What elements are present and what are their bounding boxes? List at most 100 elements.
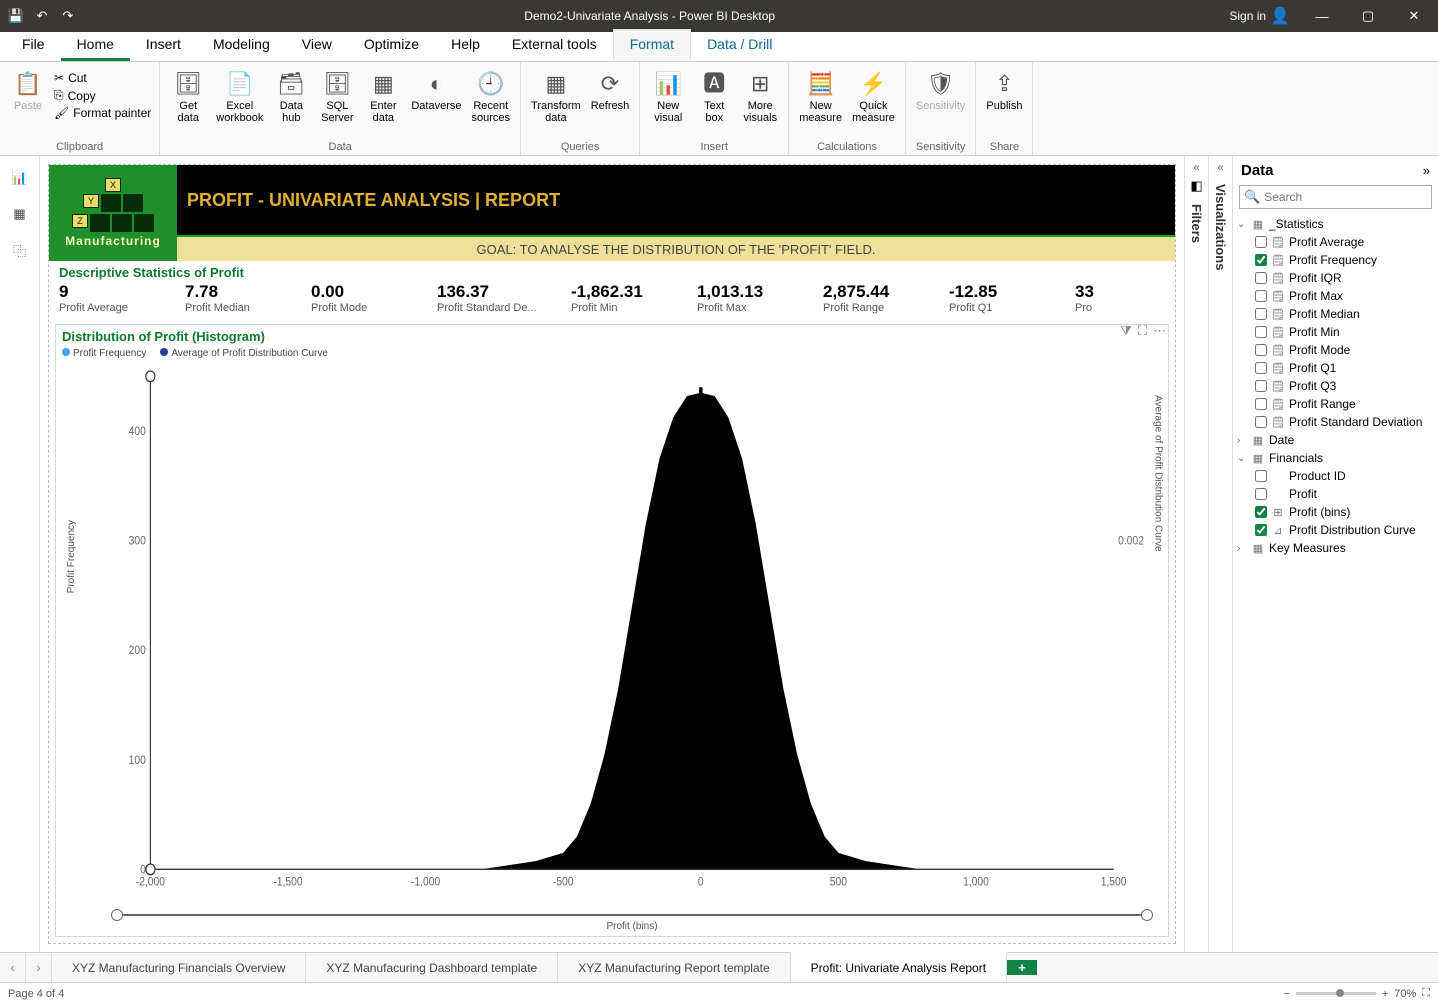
tab-insert[interactable]: Insert [130,30,197,61]
data-search[interactable]: 🔍 [1239,185,1432,209]
zoom-slider[interactable] [1296,992,1376,995]
chevron-left-icon[interactable]: « [1193,162,1199,174]
tab-modeling[interactable]: Modeling [197,30,286,61]
histogram-visual[interactable]: ⧩ ⛶ ⋯ Distribution of Profit (Histogram)… [55,324,1169,937]
field-row[interactable]: 🗒Profit Frequency [1255,251,1434,269]
page-tab[interactable]: XYZ Manufacturing Report template [558,953,790,982]
field-checkbox[interactable] [1255,470,1267,482]
get-data-button[interactable]: 🗄Get data [166,68,210,126]
cut-button[interactable]: ✂Cut [52,70,89,86]
signin-button[interactable]: Sign in👤 [1223,6,1296,26]
field-checkbox[interactable] [1255,326,1267,338]
field-row[interactable]: Profit [1255,485,1434,503]
field-row[interactable]: Product ID [1255,467,1434,485]
table-node[interactable]: ›▦Date [1237,431,1434,449]
text-box-button[interactable]: 🅰Text box [692,68,736,126]
page-tab[interactable]: XYZ Manufacturing Financials Overview [52,953,306,982]
save-icon[interactable]: 💾 [8,8,24,24]
search-input[interactable] [1264,190,1427,204]
zoom-out-button[interactable]: − [1283,988,1289,1000]
tab-data-drill[interactable]: Data / Drill [691,30,788,61]
page-tab[interactable]: XYZ Manufacuring Dashboard template [306,953,558,982]
more-icon[interactable]: ⋯ [1153,323,1166,339]
field-checkbox[interactable] [1255,254,1267,266]
zoom-in-button[interactable]: + [1382,988,1388,1000]
model-view-button[interactable]: ⿻ [8,238,32,262]
new-measure-button[interactable]: 🧮New measure [795,68,846,126]
field-row[interactable]: 🗒Profit Min [1255,323,1434,341]
tab-format[interactable]: Format [613,29,691,61]
tabs-next-button[interactable]: › [26,953,52,982]
x-range-slider[interactable] [116,914,1148,916]
close-button[interactable]: ✕ [1394,0,1434,32]
field-checkbox[interactable] [1255,380,1267,392]
field-checkbox[interactable] [1255,488,1267,500]
recent-sources-button[interactable]: 🕘Recent sources [467,68,514,126]
filters-pane-collapsed[interactable]: « ◧ Filters [1184,156,1208,952]
tab-view[interactable]: View [286,30,348,61]
field-checkbox[interactable] [1255,236,1267,248]
sensitivity-button[interactable]: 🛡Sensitivity [912,68,970,114]
field-row[interactable]: 🗒Profit Mode [1255,341,1434,359]
field-checkbox[interactable] [1255,416,1267,428]
field-row[interactable]: 🗒Profit Q1 [1255,359,1434,377]
minimize-button[interactable]: — [1302,0,1342,32]
report-canvas[interactable]: X Y Z Manufacturing PROFIT - UNIVARIATE … [40,156,1184,952]
chevron-left-icon[interactable]: « [1217,162,1223,174]
more-visuals-button[interactable]: ⊞More visuals [738,68,782,126]
visualizations-pane-collapsed[interactable]: « Visualizations [1208,156,1232,952]
field-checkbox[interactable] [1255,398,1267,410]
sql-server-button[interactable]: 🗄SQL Server [315,68,359,126]
publish-button[interactable]: ⇪Publish [982,68,1026,114]
chevron-right-icon[interactable]: » [1423,163,1430,178]
tab-optimize[interactable]: Optimize [348,30,435,61]
paste-button[interactable]: 📋Paste [6,68,50,114]
redo-icon[interactable]: ↷ [60,8,76,24]
field-row[interactable]: ⊞Profit (bins) [1255,503,1434,521]
report-view-button[interactable]: 📊 [8,166,32,190]
tab-external-tools[interactable]: External tools [496,30,613,61]
field-checkbox[interactable] [1255,524,1267,536]
group-calc-label: Calculations [795,141,899,155]
enter-data-button[interactable]: ▦Enter data [361,68,405,126]
maximize-button[interactable]: ▢ [1348,0,1388,32]
field-row[interactable]: 🗒Profit Standard Deviation [1255,413,1434,431]
field-checkbox[interactable] [1255,506,1267,518]
refresh-button[interactable]: ⟳Refresh [587,68,634,114]
tab-file[interactable]: File [6,30,61,61]
field-row[interactable]: 🗒Profit Average [1255,233,1434,251]
add-page-button[interactable]: + [1007,960,1037,975]
table-view-button[interactable]: ▦ [8,202,32,226]
field-row[interactable]: 🗒Profit Median [1255,305,1434,323]
field-row[interactable]: 🗒Profit IQR [1255,269,1434,287]
format-painter-button[interactable]: 🖌Format painter [52,105,153,121]
transform-data-button[interactable]: ▦Transform data [527,68,585,126]
copy-button[interactable]: ⎘Copy [52,87,98,104]
field-row[interactable]: 🗒Profit Max [1255,287,1434,305]
table-node[interactable]: ›▦Key Measures [1237,539,1434,557]
fit-page-button[interactable]: ⛶ [1422,987,1430,1000]
field-checkbox[interactable] [1255,344,1267,356]
tab-home[interactable]: Home [61,30,130,61]
page-tab[interactable]: Profit: Univariate Analysis Report [791,952,1007,981]
table-node[interactable]: ⌄▦Financials [1237,449,1434,467]
field-checkbox[interactable] [1255,272,1267,284]
field-checkbox[interactable] [1255,308,1267,320]
table-node[interactable]: ⌄▦_Statistics [1237,215,1434,233]
tab-help[interactable]: Help [435,30,496,61]
data-hub-button[interactable]: 🗃Data hub [269,68,313,126]
field-checkbox[interactable] [1255,362,1267,374]
field-checkbox[interactable] [1255,290,1267,302]
zoom-control[interactable]: − + 70% ⛶ [1283,987,1430,1000]
field-row[interactable]: 🗒Profit Range [1255,395,1434,413]
dataverse-button[interactable]: ◐Dataverse [407,68,465,114]
field-row[interactable]: 🗒Profit Q3 [1255,377,1434,395]
undo-icon[interactable]: ↶ [34,8,50,24]
new-visual-button[interactable]: 📊New visual [646,68,690,126]
focus-icon[interactable]: ⛶ [1138,323,1147,339]
excel-workbook-button[interactable]: 📄Excel workbook [212,68,267,126]
field-row[interactable]: ⊿Profit Distribution Curve [1255,521,1434,539]
tabs-prev-button[interactable]: ‹ [0,953,26,982]
quick-measure-button[interactable]: ⚡Quick measure [848,68,899,126]
filter-icon[interactable]: ⧩ [1120,323,1132,339]
